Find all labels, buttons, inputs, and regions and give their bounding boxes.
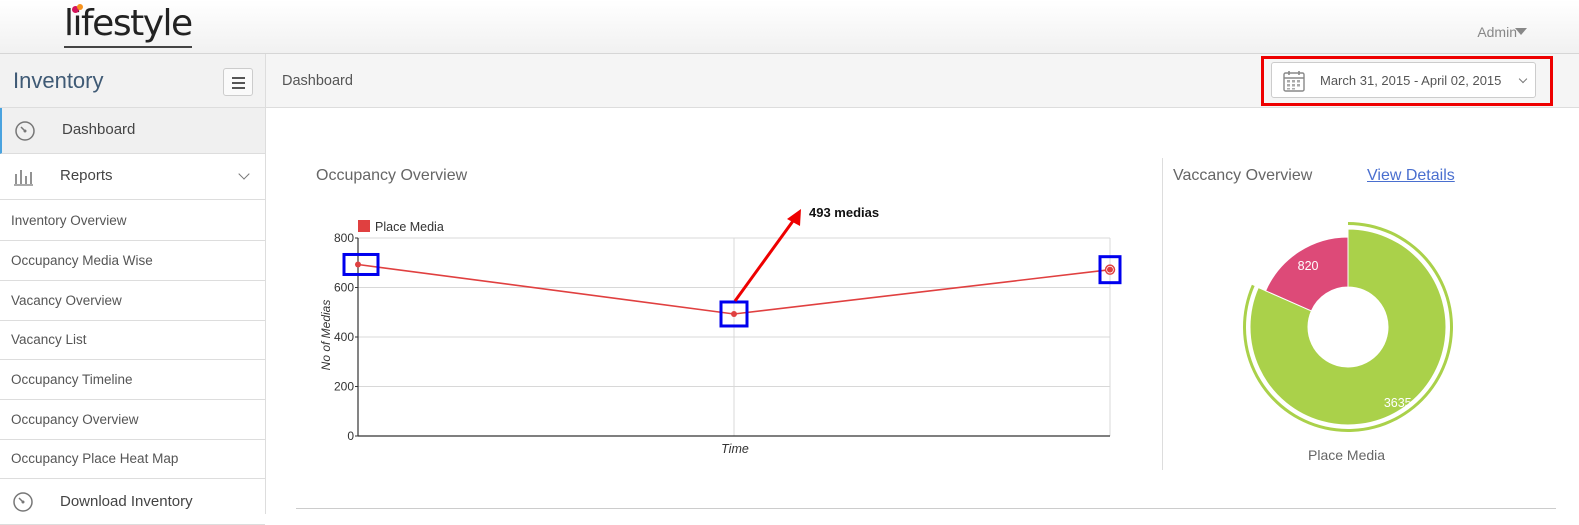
dashboard-gauge-icon (13, 492, 33, 512)
sidebar-item-download-inventory[interactable]: Download Inventory (0, 479, 265, 525)
top-header: lifestyle Admin (0, 0, 1579, 54)
sidebar-item-label: Occupancy Place Heat Map (11, 451, 179, 466)
annotation-label: 493 medias (809, 205, 879, 220)
legend-label: Place Media (375, 220, 444, 234)
sidebar-item-label: Occupancy Media Wise (11, 253, 153, 268)
calendar-icon (1283, 71, 1305, 92)
chevron-down-icon (238, 168, 250, 180)
sidebar-item-label: Occupancy Timeline (11, 372, 133, 387)
date-range-value: March 31, 2015 - April 02, 2015 (1320, 73, 1502, 88)
sidebar-item-occupancy-timeline[interactable]: Occupancy Timeline (0, 360, 265, 400)
y-tick-label: 800 (334, 231, 354, 245)
vacancy-donut-chart: 3635 820 (1243, 222, 1453, 432)
y-axis-ticks: 0 200 400 600 800 (334, 231, 358, 443)
user-menu[interactable]: Admin (1477, 24, 1517, 40)
sidebar-title: Inventory (13, 68, 104, 93)
donut-caption: Place Media (1308, 447, 1386, 463)
sidebar-item-reports[interactable]: Reports (0, 154, 265, 200)
sidebar-item-label: Reports (60, 167, 113, 184)
sidebar-item-label: Vacancy Overview (11, 293, 122, 308)
data-point[interactable] (1107, 266, 1113, 273)
sidebar-item-inventory-overview[interactable]: Inventory Overview (0, 201, 265, 241)
panel-divider (1162, 158, 1163, 470)
sidebar-item-dashboard[interactable]: Dashboard (0, 108, 265, 154)
sidebar-item-label: Download Inventory (60, 493, 193, 510)
data-point[interactable] (355, 261, 361, 268)
occupancy-line-chart: 0 200 400 600 800 Place Media Time No of Med… (319, 205, 1122, 456)
breadcrumb-bar: Dashboard March 31, 2015 - April 02, 201… (266, 54, 1579, 108)
sidebar-item-label: Vacancy List (11, 332, 87, 347)
date-range-picker[interactable]: March 31, 2015 - April 02, 2015 (1271, 62, 1536, 98)
caret-down-icon[interactable] (1515, 28, 1527, 35)
sidebar-item-occupancy-place-heat-map[interactable]: Occupancy Place Heat Map (0, 439, 265, 479)
view-details-link[interactable]: View Details (1367, 167, 1455, 185)
sidebar-item-vacancy-list[interactable]: Vacancy List (0, 320, 265, 360)
x-axis-label: Time (721, 442, 749, 456)
breadcrumb: Dashboard (282, 73, 353, 89)
logo-underline (64, 46, 192, 48)
annotation-arrow-head (787, 209, 801, 226)
chart-annotation: 493 medias (733, 205, 879, 302)
annotation-arrow (733, 220, 795, 302)
bar-chart-icon (14, 170, 33, 186)
donut-slice-label: 820 (1298, 259, 1319, 273)
y-tick-label: 400 (334, 330, 354, 344)
sidebar-item-label: Occupancy Overview (11, 412, 139, 427)
sidebar-item-label: Inventory Overview (11, 213, 127, 228)
legend-swatch (358, 220, 370, 232)
sidebar-header: Inventory (0, 54, 265, 108)
sidebar-item-occupancy-media-wise[interactable]: Occupancy Media Wise (0, 241, 265, 281)
sidebar-item-label: Dashboard (62, 121, 136, 138)
y-tick-label: 0 (347, 429, 354, 443)
y-axis-label: No of Medias (319, 300, 333, 371)
dashboard-gauge-icon (15, 121, 35, 141)
brand-logo-text: lifestyle (64, 3, 193, 44)
vacancy-overview-title: Vaccancy Overview (1173, 167, 1313, 184)
y-tick-label: 600 (334, 281, 354, 295)
sidebar-item-vacancy-overview[interactable]: Vacancy Overview (0, 281, 265, 321)
donut-slice-label: 3635 (1384, 396, 1412, 410)
hamburger-icon[interactable] (223, 68, 253, 96)
y-tick-label: 200 (334, 380, 354, 394)
data-point[interactable] (731, 310, 737, 317)
donut-slices (1243, 222, 1453, 432)
sidebar: Inventory Dashboard Reports Inventory Ov… (0, 54, 266, 525)
series-place-media (342, 252, 1122, 328)
occupancy-overview-title: Occupancy Overview (316, 167, 468, 184)
content-divider (296, 508, 1556, 509)
logo-dot-orange (77, 4, 83, 10)
sidebar-item-occupancy-overview[interactable]: Occupancy Overview (0, 400, 265, 440)
chart-grid (357, 237, 1111, 437)
chevron-down-icon (1518, 74, 1528, 84)
